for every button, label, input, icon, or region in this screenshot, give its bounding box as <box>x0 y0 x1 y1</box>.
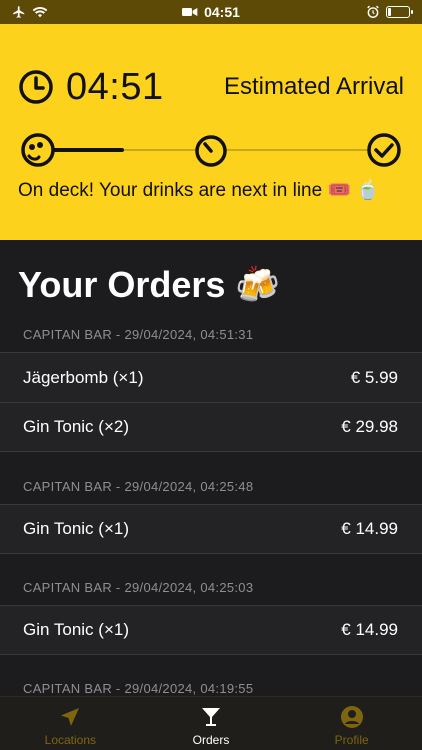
status-center: 04:51 <box>0 4 422 20</box>
check-circle-icon <box>367 133 401 167</box>
order-group: CAPITAN BAR - 29/04/2024, 04:19:55 <box>0 668 422 696</box>
status-bar: 04:51 <box>0 0 422 24</box>
order-item-price: € 14.99 <box>341 519 398 538</box>
video-camera-icon <box>182 8 198 16</box>
waiting-face-icon <box>21 133 55 167</box>
status-time: 04:51 <box>204 4 240 20</box>
alarm-icon <box>367 5 379 18</box>
orders-list[interactable]: Your Orders 🍻 CAPITAN BAR - 29/04/2024, … <box>0 240 422 696</box>
order-group-header: CAPITAN BAR - 29/04/2024, 04:25:48 <box>23 479 254 494</box>
order-row[interactable]: Gin Tonic (×1) € 14.99 <box>0 504 422 554</box>
order-item-name: Gin Tonic (×1) <box>23 620 129 639</box>
tab-label: Locations <box>44 733 97 747</box>
time-row: 04:51 Estimated Arrival <box>18 64 404 110</box>
order-item-name: Gin Tonic (×2) <box>23 417 129 436</box>
tab-locations[interactable]: Locations <box>0 697 141 750</box>
clock-icon <box>19 70 53 104</box>
order-group-header: CAPITAN BAR - 29/04/2024, 04:51:31 <box>23 327 254 342</box>
order-status-header: 04:51 Estimated Arrival On deck! Your dr… <box>0 24 422 240</box>
order-group-header: CAPITAN BAR - 29/04/2024, 04:25:03 <box>23 580 254 595</box>
order-row[interactable]: Gin Tonic (×1) € 14.99 <box>0 605 422 655</box>
cocktail-icon <box>202 708 220 726</box>
battery-icon <box>386 6 413 18</box>
status-left <box>12 5 48 19</box>
order-item-name: Jägerbomb (×1) <box>23 367 144 387</box>
timer-icon <box>195 135 227 167</box>
person-icon <box>340 706 363 728</box>
estimated-arrival-label: Estimated Arrival <box>223 73 404 100</box>
order-group: CAPITAN BAR - 29/04/2024, 04:51:31 Jäger… <box>0 314 422 452</box>
order-group-header: CAPITAN BAR - 29/04/2024, 04:19:55 <box>23 681 254 696</box>
status-right <box>366 5 413 19</box>
order-item-price: € 29.98 <box>341 417 398 436</box>
tab-profile[interactable]: Profile <box>281 697 422 750</box>
order-item-price: € 14.99 <box>341 620 398 639</box>
order-progress <box>20 132 402 168</box>
tab-label: Orders <box>192 733 230 747</box>
airplane-icon <box>13 6 25 18</box>
tab-bar: Locations Orders Profile <box>0 696 422 750</box>
order-row[interactable]: Gin Tonic (×2) € 29.98 <box>0 402 422 452</box>
order-group: CAPITAN BAR - 29/04/2024, 04:25:03 Gin T… <box>0 567 422 655</box>
estimated-time: 04:51 <box>66 65 164 108</box>
order-row[interactable]: Jägerbomb (×1) € 5.99 <box>0 352 422 402</box>
wifi-icon <box>32 6 48 18</box>
tab-label: Profile <box>334 733 369 747</box>
order-item-name: Gin Tonic (×1) <box>23 519 129 538</box>
order-group: CAPITAN BAR - 29/04/2024, 04:25:48 Gin T… <box>0 466 422 554</box>
tab-orders[interactable]: Orders <box>141 697 282 750</box>
page-title: Your Orders 🍻 <box>18 264 281 305</box>
order-item-price: € 5.99 <box>350 367 398 387</box>
order-status-message: On deck! Your drinks are next in line 🎟️… <box>18 180 381 201</box>
location-arrow-icon <box>61 708 80 726</box>
